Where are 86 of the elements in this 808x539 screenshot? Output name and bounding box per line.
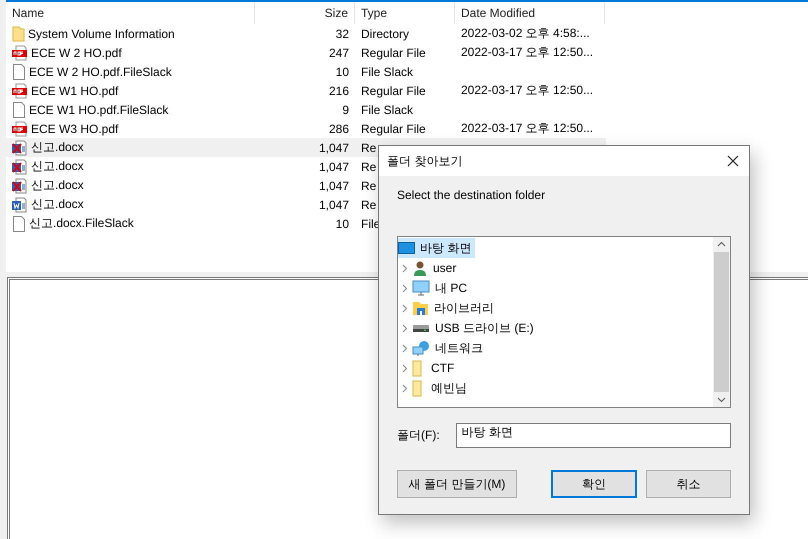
blank-file-icon <box>12 216 26 232</box>
file-type: Re <box>361 160 376 174</box>
file-name: ECE W 2 HO.pdf.FileSlack <box>29 64 172 78</box>
drive-icon <box>412 323 430 333</box>
pdf-file-icon <box>12 44 28 60</box>
modified-date: 2022-03-17 오후 12:50... <box>461 82 594 99</box>
file-size: 1,047 <box>318 198 349 212</box>
file-size: 1,047 <box>318 140 349 154</box>
file-type: Re <box>361 198 376 212</box>
modified-date: 2022-03-17 오후 12:50... <box>461 44 594 61</box>
new-folder-button[interactable]: 새 폴더 만들기(M) <box>397 470 518 498</box>
file-size: 1,047 <box>318 178 349 192</box>
word-document-icon <box>12 196 28 212</box>
file-name: 신고.docx <box>31 139 84 156</box>
file-size: 10 <box>336 64 349 78</box>
file-row[interactable]: ECE W3 HO.pdf 286 Regular File 2022-03-17 오후 12:50... <box>6 119 606 138</box>
file-row[interactable]: ECE W 2 HO.pdf 247 Regular File 2022-03-17 오후 12:50... <box>6 43 606 62</box>
file-row[interactable]: ECE W 2 HO.pdf.FileSlack 10 File Slack <box>6 62 606 81</box>
scrollbar[interactable] <box>713 237 730 407</box>
file-type: Re <box>361 178 376 192</box>
tree-item[interactable]: USB 드라이브 (E:) <box>412 318 538 338</box>
tree-item[interactable]: 라이브러리 <box>412 298 498 318</box>
file-name: System Volume Information <box>28 26 175 40</box>
folder-label: 폴더(F): <box>397 427 440 444</box>
close-button[interactable] <box>725 153 741 169</box>
tree-item[interactable]: user <box>412 258 460 278</box>
file-name: 신고.docx.FileSlack <box>29 215 134 232</box>
modified-date: 2022-03-17 오후 12:50... <box>461 120 594 137</box>
file-row[interactable]: ECE W1 HO.pdf 216 Regular File 2022-03-17 오후 12:50... <box>6 81 606 100</box>
column-header[interactable]: Type <box>355 2 455 24</box>
column-header[interactable]: Size <box>255 2 355 24</box>
expand-chevron-icon[interactable] <box>402 304 408 312</box>
file-name: 신고.docx <box>31 177 84 194</box>
expand-chevron-icon[interactable] <box>402 324 408 332</box>
file-name: 신고.docx <box>31 158 84 175</box>
tree-item[interactable]: 예빈님 <box>412 378 471 398</box>
crossed-document-icon <box>12 140 28 156</box>
file-size: 247 <box>328 46 349 60</box>
tree-item[interactable]: 바탕 화면 <box>398 238 476 258</box>
tree-item[interactable]: 내 PC <box>412 278 472 298</box>
dialog-prompt: Select the destination folder <box>397 188 546 202</box>
pdf-file-icon <box>12 82 28 98</box>
pdf-file-icon <box>12 120 28 136</box>
crossed-document-icon <box>12 158 28 174</box>
expand-chevron-icon[interactable] <box>402 264 408 272</box>
cancel-button[interactable]: 취소 <box>646 470 731 498</box>
crossed-document-icon <box>12 178 28 194</box>
file-name: 신고.docx <box>31 196 84 213</box>
file-type: File Slack <box>361 64 414 78</box>
column-header[interactable]: Name <box>6 2 255 24</box>
file-type: File Slack <box>361 102 414 116</box>
folder-icon <box>12 26 25 42</box>
expand-chevron-icon[interactable] <box>402 344 408 352</box>
column-header[interactable]: Date Modified <box>455 2 605 24</box>
desktop-icon <box>398 241 415 255</box>
file-size: 286 <box>328 122 349 136</box>
blank-file-icon <box>12 102 26 118</box>
tree-item[interactable]: 네트워크 <box>412 338 487 358</box>
file-type: Directory <box>361 26 410 40</box>
file-size: 10 <box>336 216 349 230</box>
file-row[interactable]: System Volume Information 32 Directory 2022-03-02 오후 4:58:... <box>6 24 606 43</box>
library-folder-icon <box>412 300 429 316</box>
network-icon <box>412 340 430 356</box>
file-type: Regular File <box>361 84 426 98</box>
file-size: 1,047 <box>318 160 349 174</box>
ok-button[interactable]: 확인 <box>551 470 637 498</box>
file-row[interactable]: ECE W1 HO.pdf.FileSlack 9 File Slack <box>6 100 606 119</box>
file-name: ECE W1 HO.pdf.FileSlack <box>29 102 168 116</box>
user-icon <box>412 260 428 276</box>
file-size: 216 <box>328 84 349 98</box>
file-name: ECE W 2 HO.pdf <box>31 46 122 60</box>
file-name: ECE W1 HO.pdf <box>31 84 118 98</box>
file-size: 32 <box>336 26 349 40</box>
monitor-icon <box>412 280 430 296</box>
tree-item[interactable]: CTF <box>412 358 458 378</box>
modified-date: 2022-03-02 오후 4:58:... <box>461 25 590 42</box>
blank-file-icon <box>12 64 26 80</box>
file-type: Regular File <box>361 46 426 60</box>
file-type: Regular File <box>361 122 426 136</box>
expand-chevron-icon[interactable] <box>402 284 408 292</box>
expand-chevron-icon[interactable] <box>402 384 408 392</box>
folder-field[interactable]: 바탕 화면 <box>456 423 731 448</box>
file-type: Re <box>361 140 376 154</box>
file-size: 9 <box>342 102 349 116</box>
expand-chevron-icon[interactable] <box>402 364 408 372</box>
file-name: ECE W3 HO.pdf <box>31 122 118 136</box>
